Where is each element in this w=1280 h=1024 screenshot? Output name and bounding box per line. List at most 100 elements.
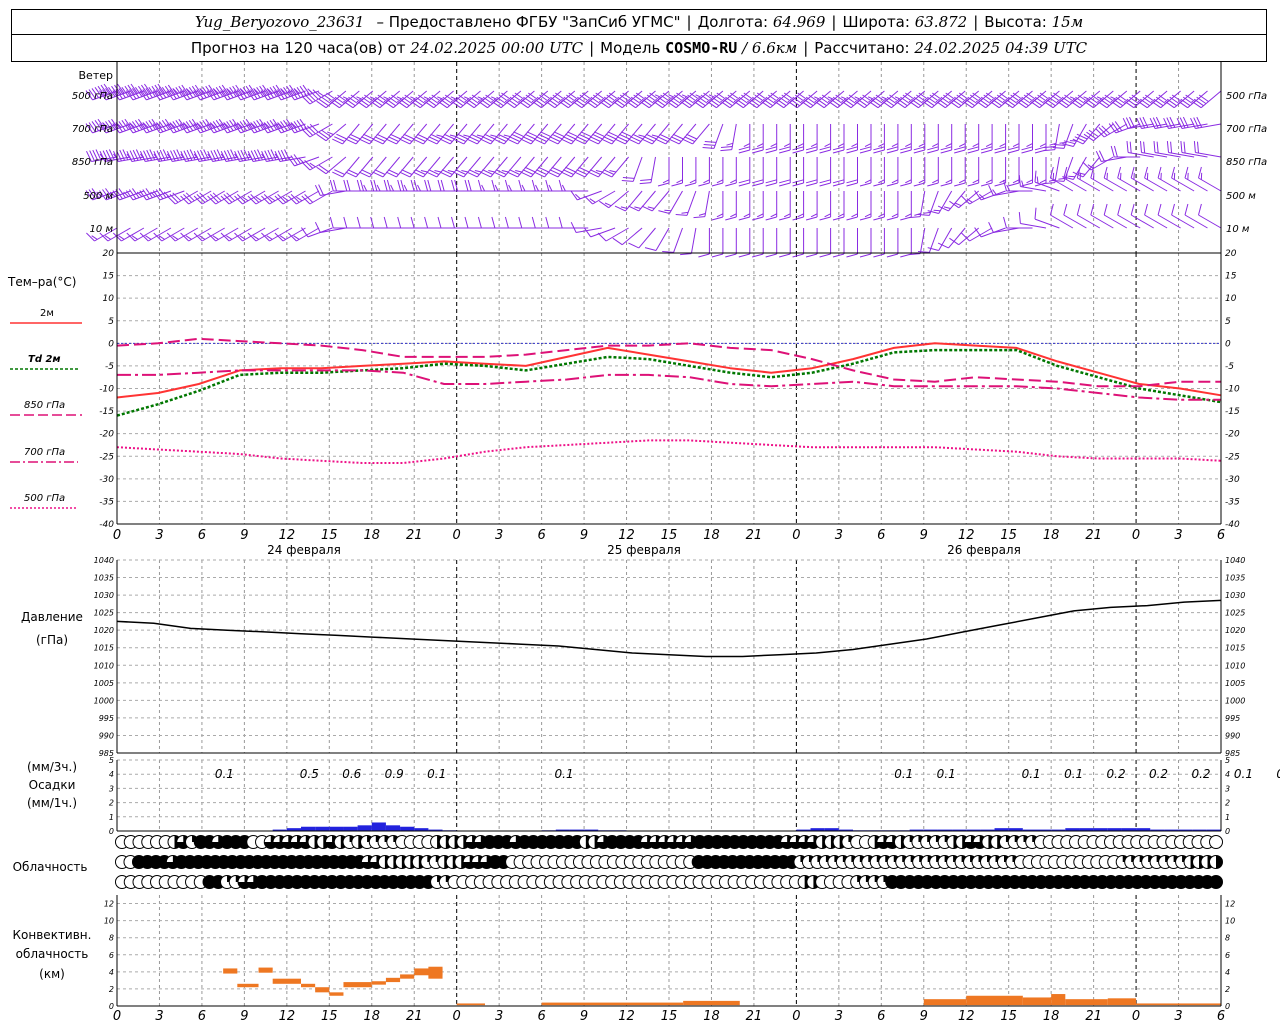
wind-feather: [651, 134, 659, 138]
wind-feather: [913, 149, 925, 154]
wind-feather: [490, 134, 498, 138]
wind-feather: [413, 179, 418, 192]
wind-feather: [641, 98, 652, 107]
wind-feather: [1036, 176, 1039, 184]
wind-barb: [886, 124, 899, 154]
cloud-panel: [115, 835, 1223, 889]
wind-feather: [886, 182, 899, 187]
wind-feather: [1026, 143, 1033, 148]
wind-barb: [980, 124, 993, 154]
wind-staff: [1101, 156, 1127, 162]
wind-feather: [1056, 100, 1067, 109]
wind-feather: [434, 170, 442, 173]
precip-bar: [301, 826, 316, 831]
wind-staff: [993, 190, 1020, 196]
wind-barb: [1007, 157, 1020, 187]
wind-feather: [927, 247, 939, 251]
pressure-tick-label-right: 990: [1225, 731, 1240, 740]
wind-feather: [989, 100, 1000, 109]
wind-feather: [801, 100, 811, 109]
wind-feather: [720, 149, 732, 152]
wind-feather: [792, 96, 803, 105]
temp-tick-label-right: -25: [1225, 452, 1240, 462]
wind-staff: [686, 190, 697, 216]
wind-feather: [985, 179, 993, 184]
wind-feather: [1180, 141, 1183, 153]
wind-staff: [669, 190, 683, 214]
wind-barb: [533, 123, 562, 145]
wind-feather: [455, 96, 466, 105]
wind-feather: [644, 96, 655, 105]
wind-feather: [895, 100, 906, 109]
wind-level-500hpa: 500 гПа: [72, 91, 113, 102]
wind-feather: [824, 213, 831, 218]
wind-feather: [634, 206, 642, 209]
wind-barb: [819, 157, 832, 187]
wind-barb: [846, 124, 858, 154]
wind-feather: [622, 177, 635, 179]
wind-feather: [640, 179, 652, 181]
wind-barb: [332, 156, 360, 178]
wind-feather: [816, 98, 827, 107]
wind-feather: [736, 98, 747, 107]
wind-feather: [326, 92, 337, 100]
wind-barb: [466, 123, 495, 145]
wind-feather: [464, 216, 469, 229]
wind-feather: [709, 98, 720, 107]
wind-feather: [886, 96, 897, 105]
wind-staff: [1077, 177, 1101, 192]
wind-barb: [765, 191, 778, 221]
wind-barb: [711, 191, 724, 221]
wind-staff: [1128, 152, 1154, 158]
wind-barb: [601, 156, 629, 178]
wind-staff: [577, 190, 602, 201]
wind-barb: [693, 190, 710, 219]
wind-feather: [958, 179, 966, 184]
wind-feather: [1049, 203, 1054, 216]
conv-hour-label: 6: [198, 1009, 206, 1024]
temp-hour-label: 0: [1132, 528, 1140, 543]
wind-barb: [385, 156, 414, 178]
wind-barb: [900, 124, 912, 154]
wind-feather: [561, 184, 566, 192]
wind-feather: [927, 146, 939, 151]
wind-barb: [805, 124, 818, 154]
pressure-tick-label: 1035: [94, 574, 114, 583]
wind-feather: [859, 149, 872, 154]
wind-feather: [765, 146, 777, 151]
wind-feather: [504, 179, 509, 192]
conv-tick-label-right: 4: [1225, 968, 1230, 977]
wind-feather: [424, 100, 434, 109]
wind-feather: [427, 179, 432, 192]
temp-tick-label-right: -20: [1225, 430, 1240, 440]
wind-title: Ветер: [79, 69, 113, 82]
wind-feather: [1083, 133, 1094, 142]
wind-feather: [558, 179, 563, 192]
wind-feather: [720, 100, 731, 109]
wind-feather: [299, 118, 307, 129]
wind-feather: [873, 253, 885, 258]
temp-tick-label: 0: [108, 339, 114, 349]
wind-feather: [684, 96, 695, 105]
wind-feather: [940, 182, 952, 187]
wind-feather: [501, 92, 512, 100]
wind-feather: [846, 182, 858, 187]
wind-feather: [1153, 141, 1156, 153]
precip-3h-label: 0.1: [1234, 767, 1253, 781]
wind-staff: [1171, 177, 1195, 192]
wind-feather: [652, 100, 663, 109]
wind-feather: [675, 214, 688, 216]
wind-feather: [980, 149, 993, 154]
wind-feather: [628, 205, 640, 212]
wind-barb: [316, 156, 347, 175]
wind-feather: [1018, 98, 1029, 107]
precip-bar: [371, 822, 386, 831]
wind-feather: [846, 179, 858, 184]
legend-t700-label: 700 гПа: [24, 447, 65, 458]
wind-feather: [626, 100, 636, 109]
wind-staff: [1157, 177, 1181, 192]
wind-feather: [501, 170, 509, 173]
wind-barb: [698, 157, 710, 187]
wind-feather: [1039, 143, 1047, 148]
wind-feather: [541, 92, 552, 100]
